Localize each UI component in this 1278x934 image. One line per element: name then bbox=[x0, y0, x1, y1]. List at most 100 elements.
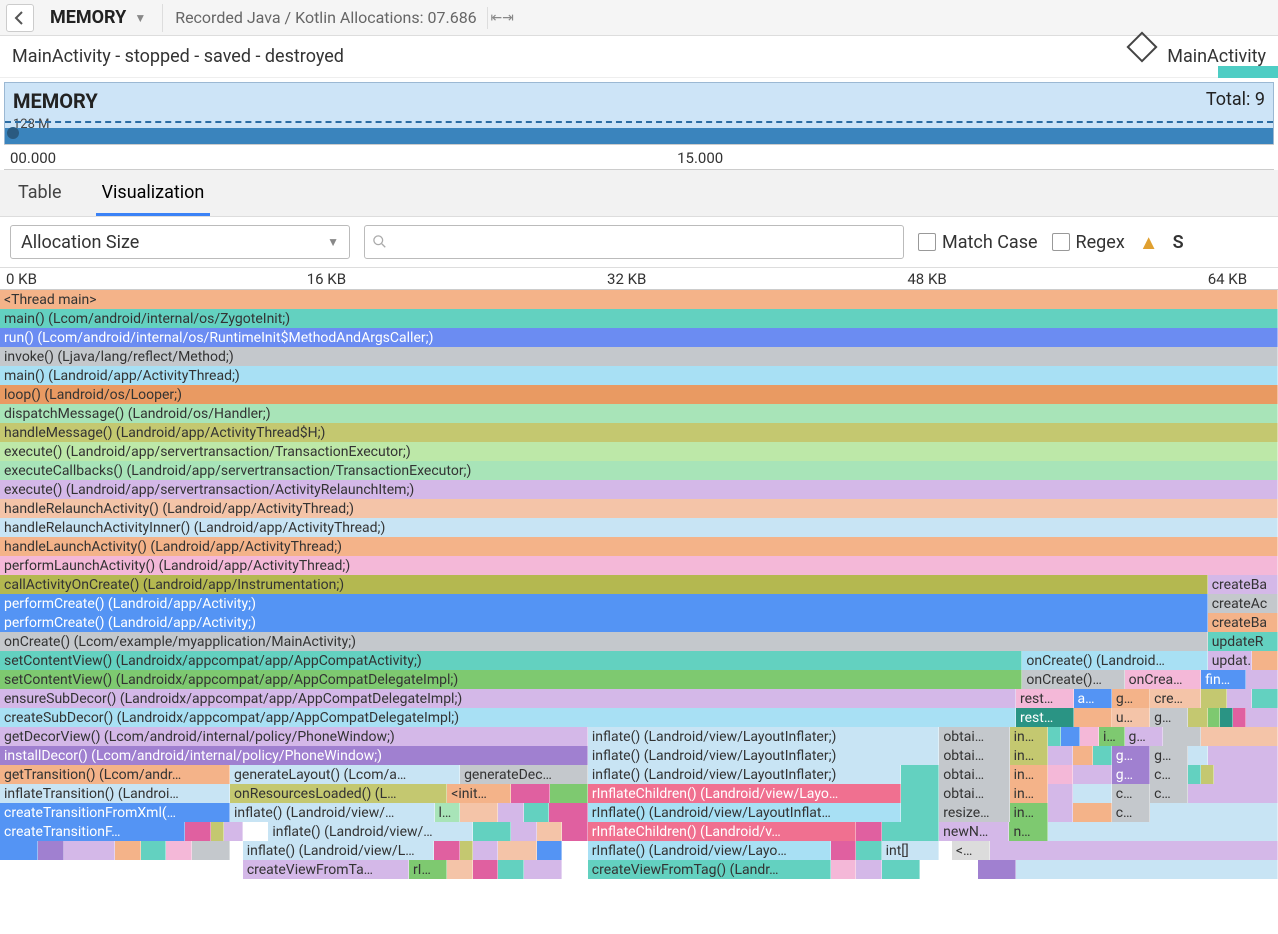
flame-cell[interactable]: ensureSubDecor() (Landroidx/appcompat/ap… bbox=[0, 689, 1016, 708]
flame-cell[interactable]: <init… bbox=[447, 784, 511, 803]
flame-cell[interactable]: inflate() (Landroid/view/… bbox=[230, 803, 434, 822]
flame-cell[interactable]: dispatchMessage() (Landroid/os/Handler;) bbox=[0, 404, 1278, 423]
flame-cell[interactable]: handleRelaunchActivityInner() (Landroid/… bbox=[0, 518, 1278, 537]
flame-cell[interactable]: inflate() (Landroid/view/… bbox=[268, 822, 472, 841]
flame-cell[interactable] bbox=[1214, 765, 1278, 784]
flame-cell[interactable] bbox=[1048, 784, 1074, 803]
flame-cell[interactable] bbox=[550, 784, 588, 803]
flame-cell[interactable] bbox=[1227, 689, 1253, 708]
flame-cell[interactable] bbox=[1188, 746, 1207, 765]
flame-cell[interactable] bbox=[166, 841, 192, 860]
flame-cell[interactable]: createTransitionF… bbox=[0, 822, 185, 841]
tab-table[interactable]: Table bbox=[12, 174, 68, 216]
flame-cell[interactable] bbox=[562, 822, 588, 841]
match-case-checkbox[interactable]: Match Case bbox=[918, 232, 1038, 253]
flame-cell[interactable]: g… bbox=[1112, 746, 1150, 765]
flame-cell[interactable] bbox=[447, 860, 473, 879]
flame-cell[interactable]: resize… bbox=[939, 803, 1009, 822]
flame-cell[interactable]: performCreate() (Landroid/app/Activity;) bbox=[0, 594, 1208, 613]
flame-cell[interactable]: createSubDecor() (Landroidx/appcompat/ap… bbox=[0, 708, 1016, 727]
flame-cell[interactable] bbox=[1073, 803, 1111, 822]
flame-cell[interactable]: getTransition() (Lcom/andr… bbox=[0, 765, 230, 784]
flame-cell[interactable] bbox=[831, 841, 857, 860]
flame-cell[interactable] bbox=[1201, 765, 1214, 784]
flame-cell[interactable]: in… bbox=[1010, 727, 1048, 746]
flame-cell[interactable] bbox=[549, 803, 587, 822]
flame-cell[interactable] bbox=[498, 803, 524, 822]
flame-cell[interactable] bbox=[856, 841, 882, 860]
flame-cell[interactable]: rest… bbox=[1016, 708, 1074, 727]
flame-cell[interactable] bbox=[511, 822, 537, 841]
flame-cell[interactable]: inflate() (Landroid/view/LayoutInflater;… bbox=[588, 765, 901, 784]
flame-cell[interactable]: main() (Lcom/android/internal/os/ZygoteI… bbox=[0, 309, 1278, 328]
regex-checkbox[interactable]: Regex bbox=[1052, 232, 1125, 253]
profiler-type-dropdown[interactable]: MEMORY ▼ bbox=[40, 3, 156, 32]
flame-cell[interactable] bbox=[1061, 727, 1080, 746]
flame-cell[interactable]: execute() (Landroid/app/servertransactio… bbox=[0, 480, 1278, 499]
flame-cell[interactable] bbox=[1074, 708, 1112, 727]
flame-cell[interactable] bbox=[1048, 765, 1074, 784]
flame-cell[interactable]: setContentView() (Landroidx/appcompat/ap… bbox=[0, 651, 1022, 670]
flame-cell[interactable] bbox=[185, 822, 211, 841]
flame-cell[interactable] bbox=[882, 860, 920, 879]
flame-chart[interactable]: <Thread main> main() (Lcom/android/inter… bbox=[0, 290, 1278, 879]
flame-cell[interactable]: updat… bbox=[1208, 651, 1253, 670]
flame-cell[interactable] bbox=[1073, 765, 1111, 784]
flame-cell[interactable] bbox=[38, 841, 64, 860]
flame-cell[interactable]: createBa bbox=[1208, 613, 1278, 632]
flame-cell[interactable] bbox=[1073, 784, 1111, 803]
flame-cell[interactable]: generateLayout() (Lcom/a… bbox=[230, 765, 460, 784]
flame-cell[interactable]: onCreate() (Landroid… bbox=[1022, 651, 1207, 670]
flame-cell[interactable] bbox=[473, 860, 499, 879]
flame-cell[interactable] bbox=[1220, 708, 1233, 727]
flame-cell[interactable]: rInflateChildren() (Landroid/v… bbox=[588, 822, 856, 841]
flame-cell[interactable]: invoke() (Ljava/lang/reflect/Method;) bbox=[0, 347, 1278, 366]
flame-cell[interactable]: in… bbox=[1010, 765, 1048, 784]
flame-cell[interactable] bbox=[115, 841, 141, 860]
flame-cell[interactable]: generateDec… bbox=[460, 765, 588, 784]
flame-cell[interactable]: handleLaunchActivity() (Landroid/app/Act… bbox=[0, 537, 1278, 556]
flame-cell[interactable]: execute() (Landroid/app/servertransactio… bbox=[0, 442, 1278, 461]
flame-cell[interactable] bbox=[1201, 689, 1227, 708]
flame-cell[interactable]: g… bbox=[1112, 689, 1150, 708]
flame-cell[interactable] bbox=[460, 841, 473, 860]
flame-cell[interactable] bbox=[1201, 727, 1278, 746]
flame-cell[interactable]: loop() (Landroid/os/Looper;) bbox=[0, 385, 1278, 404]
flame-cell[interactable]: handleMessage() (Landroid/app/ActivityTh… bbox=[0, 423, 1278, 442]
flame-cell[interactable] bbox=[224, 822, 243, 841]
flame-cell[interactable] bbox=[1233, 708, 1246, 727]
flame-cell[interactable]: performCreate() (Landroid/app/Activity;) bbox=[0, 613, 1208, 632]
flame-cell[interactable] bbox=[1080, 727, 1099, 746]
flame-cell[interactable]: executeCallbacks() (Landroid/app/servert… bbox=[0, 461, 1278, 480]
search-input[interactable] bbox=[393, 234, 895, 251]
flame-cell[interactable] bbox=[901, 784, 939, 803]
flame-cell[interactable]: createBa bbox=[1208, 575, 1278, 594]
flame-cell[interactable] bbox=[1252, 689, 1278, 708]
flame-cell[interactable] bbox=[1016, 860, 1278, 879]
flame-cell[interactable]: g… bbox=[1112, 765, 1150, 784]
flame-cell[interactable]: newN… bbox=[939, 822, 1009, 841]
flame-cell[interactable] bbox=[211, 822, 224, 841]
flame-cell[interactable]: rInflateChildren() (Landroid/view/Layo… bbox=[588, 784, 901, 803]
flame-cell[interactable]: in… bbox=[1010, 746, 1048, 765]
flame-cell[interactable] bbox=[990, 841, 1278, 860]
flame-cell[interactable] bbox=[978, 860, 1016, 879]
flame-cell[interactable] bbox=[1093, 746, 1112, 765]
flame-cell[interactable]: inflateTransition() (Landroi… bbox=[0, 784, 230, 803]
flame-cell[interactable] bbox=[141, 841, 167, 860]
flame-cell[interactable]: onCreate() (Lcom/example/myapplication/M… bbox=[0, 632, 1208, 651]
flame-cell[interactable]: c… bbox=[1112, 784, 1150, 803]
flame-cell[interactable]: createViewFromTag() (Landr… bbox=[588, 860, 831, 879]
flame-cell[interactable]: rInflate() (Landroid/view/Layo… bbox=[588, 841, 831, 860]
flame-cell[interactable] bbox=[1188, 784, 1277, 803]
flame-cell[interactable]: installDecor() (Lcom/android/internal/po… bbox=[0, 746, 588, 765]
flame-cell[interactable] bbox=[1150, 803, 1278, 822]
flame-cell[interactable]: rInflate() (Landroid/view/LayoutInflat… bbox=[588, 803, 901, 822]
flame-cell[interactable]: in… bbox=[1010, 803, 1048, 822]
flame-cell[interactable] bbox=[1246, 670, 1278, 689]
flame-cell[interactable]: a… bbox=[1074, 689, 1112, 708]
metric-dropdown[interactable]: Allocation Size ▼ bbox=[10, 225, 350, 259]
flame-cell[interactable]: c… bbox=[1150, 784, 1188, 803]
back-button[interactable] bbox=[6, 4, 34, 32]
flame-cell[interactable]: <… bbox=[952, 841, 990, 860]
